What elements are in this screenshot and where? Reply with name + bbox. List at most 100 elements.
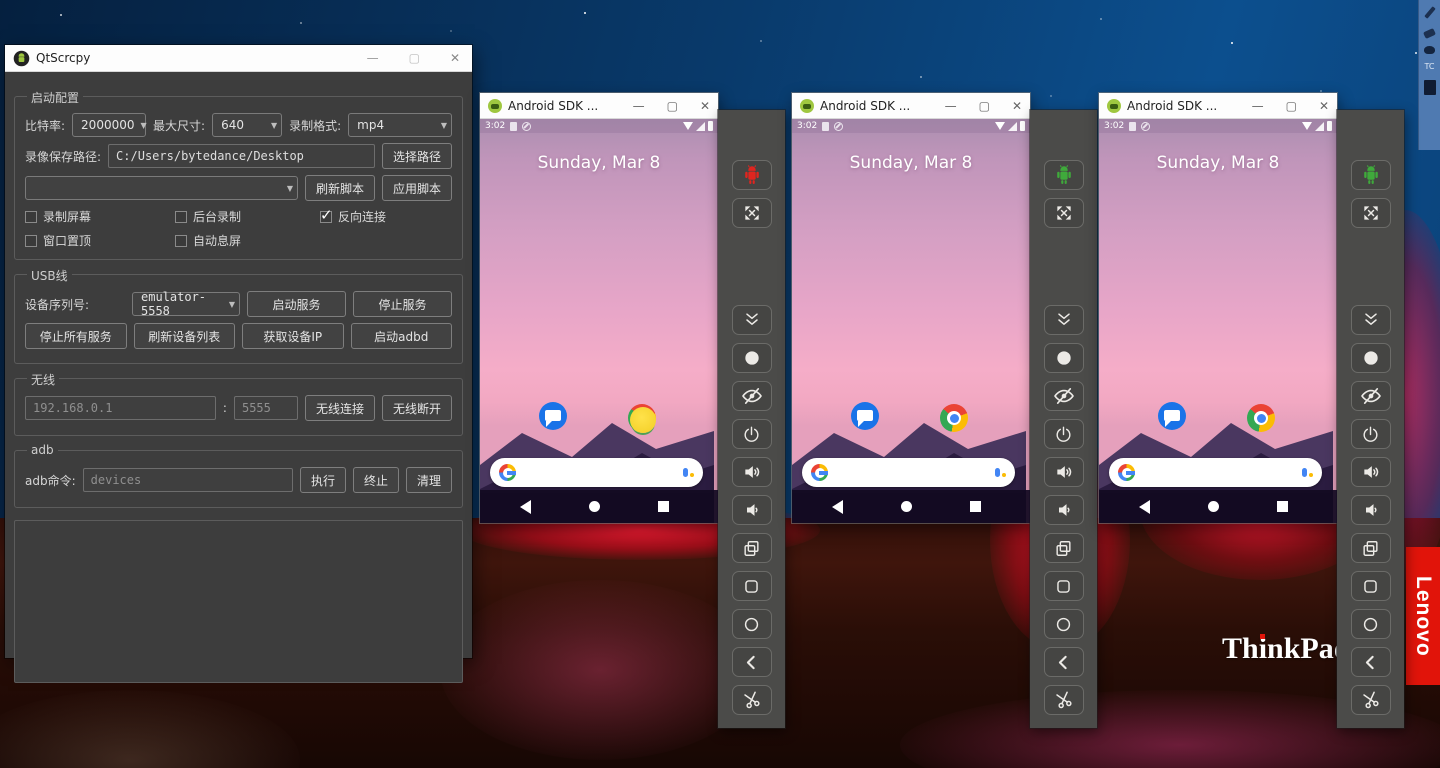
maximize-button[interactable]: ▢ — [409, 51, 420, 65]
volume-down-button[interactable] — [732, 495, 772, 525]
messages-app-icon[interactable] — [851, 402, 879, 430]
volume-up-button[interactable] — [1044, 457, 1084, 487]
back-button[interactable] — [1351, 647, 1391, 677]
menu-button[interactable] — [1044, 571, 1084, 601]
adb-output-area[interactable] — [14, 520, 463, 683]
touch-display-button[interactable] — [1351, 343, 1391, 373]
save-path-input[interactable]: C:/Users/bytedance/Desktop — [108, 144, 375, 168]
fullscreen-button[interactable] — [1351, 198, 1391, 228]
menu-button[interactable] — [1351, 571, 1391, 601]
fullscreen-button[interactable] — [732, 198, 772, 228]
app-switch-button[interactable] — [1351, 533, 1391, 563]
nav-home-button[interactable] — [1208, 501, 1219, 512]
close-button[interactable]: ✕ — [1012, 99, 1022, 113]
close-button[interactable]: ✕ — [450, 51, 460, 65]
emulator-titlebar[interactable]: Android SDK ... — ▢ ✕ — [792, 93, 1030, 119]
checkbox-background-record[interactable]: 后台录制 — [175, 208, 320, 225]
messages-app-icon[interactable] — [539, 402, 567, 430]
google-search-bar[interactable] — [802, 458, 1015, 487]
start-adbd-button[interactable]: 启动adbd — [351, 323, 453, 349]
power-button[interactable] — [1351, 419, 1391, 449]
home-button[interactable] — [1044, 609, 1084, 639]
mic-icon[interactable] — [683, 468, 694, 477]
screenshot-button[interactable] — [1044, 685, 1084, 715]
emulator-titlebar[interactable]: Android SDK ... — ▢ ✕ — [1099, 93, 1337, 119]
screen-off-button[interactable] — [1351, 381, 1391, 411]
app-switch-button[interactable] — [1044, 533, 1084, 563]
wireless-port-input[interactable]: 5555 — [234, 396, 298, 420]
close-button[interactable]: ✕ — [1319, 99, 1329, 113]
choose-path-button[interactable]: 选择路径 — [382, 143, 452, 169]
home-button[interactable] — [1351, 609, 1391, 639]
maximize-button[interactable]: ▢ — [979, 99, 990, 113]
nav-recents-button[interactable] — [658, 501, 669, 512]
serial-select[interactable]: emulator-5558▼ — [132, 292, 240, 316]
minimize-button[interactable]: — — [945, 99, 957, 113]
eraser-icon[interactable] — [1423, 28, 1436, 39]
screenshot-button[interactable] — [1351, 685, 1391, 715]
phone-screen[interactable]: 3:02 Sunday, Mar 8 — [1099, 119, 1337, 523]
group-control-button[interactable] — [1044, 160, 1084, 190]
group-control-button[interactable] — [732, 160, 772, 190]
screenshot-button[interactable] — [732, 685, 772, 715]
touch-display-button[interactable] — [732, 343, 772, 373]
back-button[interactable] — [1044, 647, 1084, 677]
checkbox-record-screen[interactable]: 录制屏幕 — [25, 208, 175, 225]
minimize-button[interactable]: — — [633, 99, 645, 113]
checkbox-window-on-top[interactable]: 窗口置顶 — [25, 232, 175, 249]
mic-icon[interactable] — [1302, 468, 1313, 477]
expand-notification-button[interactable] — [1044, 305, 1084, 335]
power-button[interactable] — [732, 419, 772, 449]
maximize-button[interactable]: ▢ — [1286, 99, 1297, 113]
start-service-button[interactable]: 启动服务 — [247, 291, 346, 317]
close-button[interactable]: ✕ — [700, 99, 710, 113]
screen-off-button[interactable] — [1044, 381, 1084, 411]
maximize-button[interactable]: ▢ — [667, 99, 678, 113]
nav-back-button[interactable] — [832, 500, 843, 514]
qtscrcpy-titlebar[interactable]: QtScrcpy — ▢ ✕ — [5, 45, 472, 72]
chrome-app-icon[interactable] — [1247, 404, 1275, 432]
fullscreen-button[interactable] — [1044, 198, 1084, 228]
phone-screen[interactable]: 3:02 Sunday, Mar 8 — [480, 119, 718, 523]
record-format-select[interactable]: mp4▼ — [348, 113, 452, 137]
screen-thumbnail-icon[interactable] — [1424, 80, 1436, 95]
nav-back-button[interactable] — [1139, 500, 1150, 514]
mic-icon[interactable] — [995, 468, 1006, 477]
marker-icon[interactable] — [1424, 46, 1435, 54]
back-button[interactable] — [732, 647, 772, 677]
volume-up-button[interactable] — [732, 457, 772, 487]
nav-home-button[interactable] — [589, 501, 600, 512]
nav-home-button[interactable] — [901, 501, 912, 512]
volume-up-button[interactable] — [1351, 457, 1391, 487]
expand-notification-button[interactable] — [732, 305, 772, 335]
execute-button[interactable]: 执行 — [300, 467, 346, 493]
stop-service-button[interactable]: 停止服务 — [353, 291, 452, 317]
menu-button[interactable] — [732, 571, 772, 601]
terminate-button[interactable]: 终止 — [353, 467, 399, 493]
nav-back-button[interactable] — [520, 500, 531, 514]
script-select[interactable]: ▼ — [25, 176, 298, 200]
google-search-bar[interactable] — [1109, 458, 1322, 487]
expand-notification-button[interactable] — [1351, 305, 1391, 335]
adb-command-input[interactable]: devices — [83, 468, 293, 492]
app-switch-button[interactable] — [732, 533, 772, 563]
minimize-button[interactable]: — — [367, 51, 379, 65]
volume-down-button[interactable] — [1351, 495, 1391, 525]
pen-icon[interactable] — [1424, 6, 1435, 19]
phone-screen[interactable]: 3:02 Sunday, Mar 8 — [792, 119, 1030, 523]
touch-display-button[interactable] — [1044, 343, 1084, 373]
minimize-button[interactable]: — — [1252, 99, 1264, 113]
clear-button[interactable]: 清理 — [406, 467, 452, 493]
stop-all-services-button[interactable]: 停止所有服务 — [25, 323, 127, 349]
chrome-app-icon[interactable] — [940, 404, 968, 432]
wireless-ip-input[interactable]: 192.168.0.1 — [25, 396, 216, 420]
wireless-disconnect-button[interactable]: 无线断开 — [382, 395, 452, 421]
apply-script-button[interactable]: 应用脚本 — [382, 175, 452, 201]
nav-recents-button[interactable] — [1277, 501, 1288, 512]
checkbox-reverse-connect[interactable]: 反向连接 — [320, 208, 386, 225]
messages-app-icon[interactable] — [1158, 402, 1186, 430]
group-control-button[interactable] — [1351, 160, 1391, 190]
screen-off-button[interactable] — [732, 381, 772, 411]
refresh-device-list-button[interactable]: 刷新设备列表 — [134, 323, 236, 349]
nav-recents-button[interactable] — [970, 501, 981, 512]
